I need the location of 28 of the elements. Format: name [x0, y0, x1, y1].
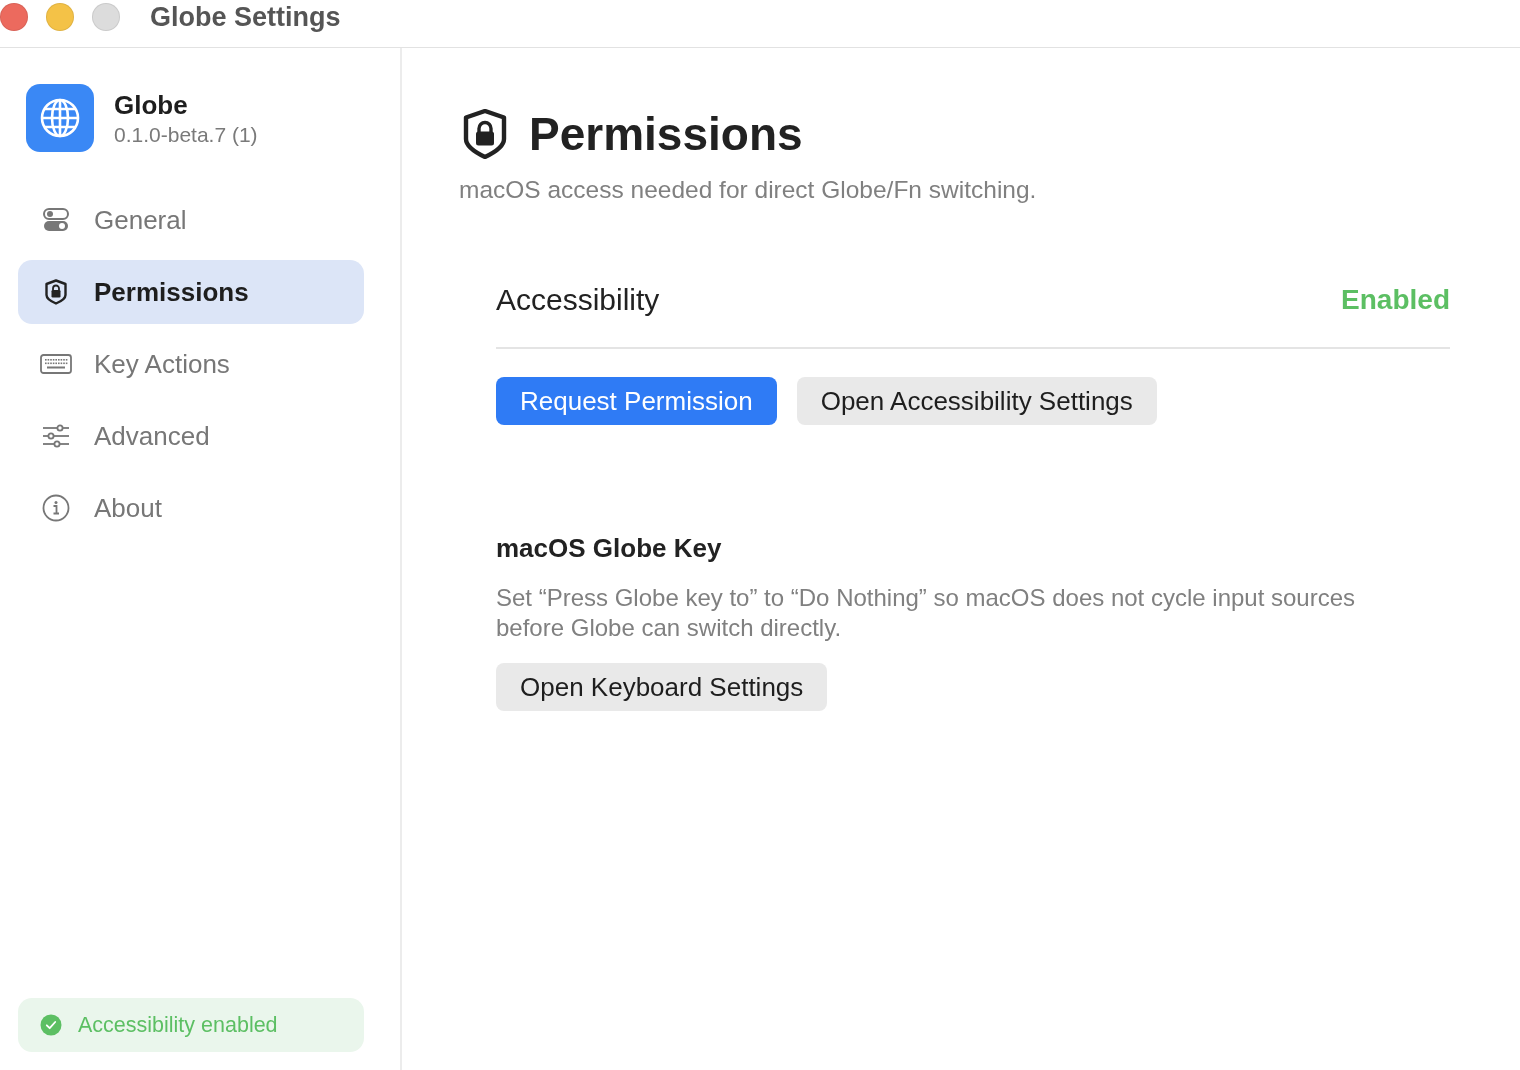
sidebar-item[interactable]: Permissions — [18, 260, 364, 324]
permission-status: Enabled — [1341, 284, 1450, 316]
globe-app-icon — [26, 84, 94, 152]
permission-label: Accessibility — [496, 283, 660, 317]
request-button[interactable]: Request Permission — [496, 377, 777, 425]
toggles-icon — [43, 208, 69, 232]
sidebar-item[interactable]: About — [18, 476, 364, 540]
info-icon — [42, 494, 70, 522]
sidebar-item[interactable]: General — [18, 188, 364, 252]
sidebar-item[interactable]: Advanced — [18, 404, 364, 468]
section-description: Set “Press Globe key to” to “Do Nothing” so macOS does not cycle input sources before Globe can switch directly. — [496, 583, 1357, 643]
minimize-button[interactable] — [46, 3, 74, 31]
section-title: macOS Globe Key — [496, 533, 723, 563]
close-button[interactable] — [0, 3, 28, 31]
sidebar-item[interactable]: Key Actions — [18, 332, 364, 396]
app-version: 0.1.0-beta.7 (1) — [114, 123, 258, 147]
keyboard-icon — [40, 354, 72, 374]
window-title: Globe Settings — [150, 1, 341, 33]
shield-lock-icon — [45, 279, 67, 305]
page-subtitle: macOS access needed for direct Globe/Fn switching. — [459, 176, 1038, 204]
settings-button[interactable]: Open Keyboard Settings — [496, 663, 828, 711]
page-title: Permissions — [529, 108, 803, 160]
status-text: Accessibility enabled — [78, 1012, 278, 1038]
sliders-icon — [42, 424, 70, 448]
check-circle-icon — [40, 1014, 62, 1036]
settings-button[interactable]: Open Accessibility Settings — [796, 377, 1157, 425]
app-name: Globe — [114, 89, 189, 121]
shield-lock-icon — [463, 109, 507, 159]
